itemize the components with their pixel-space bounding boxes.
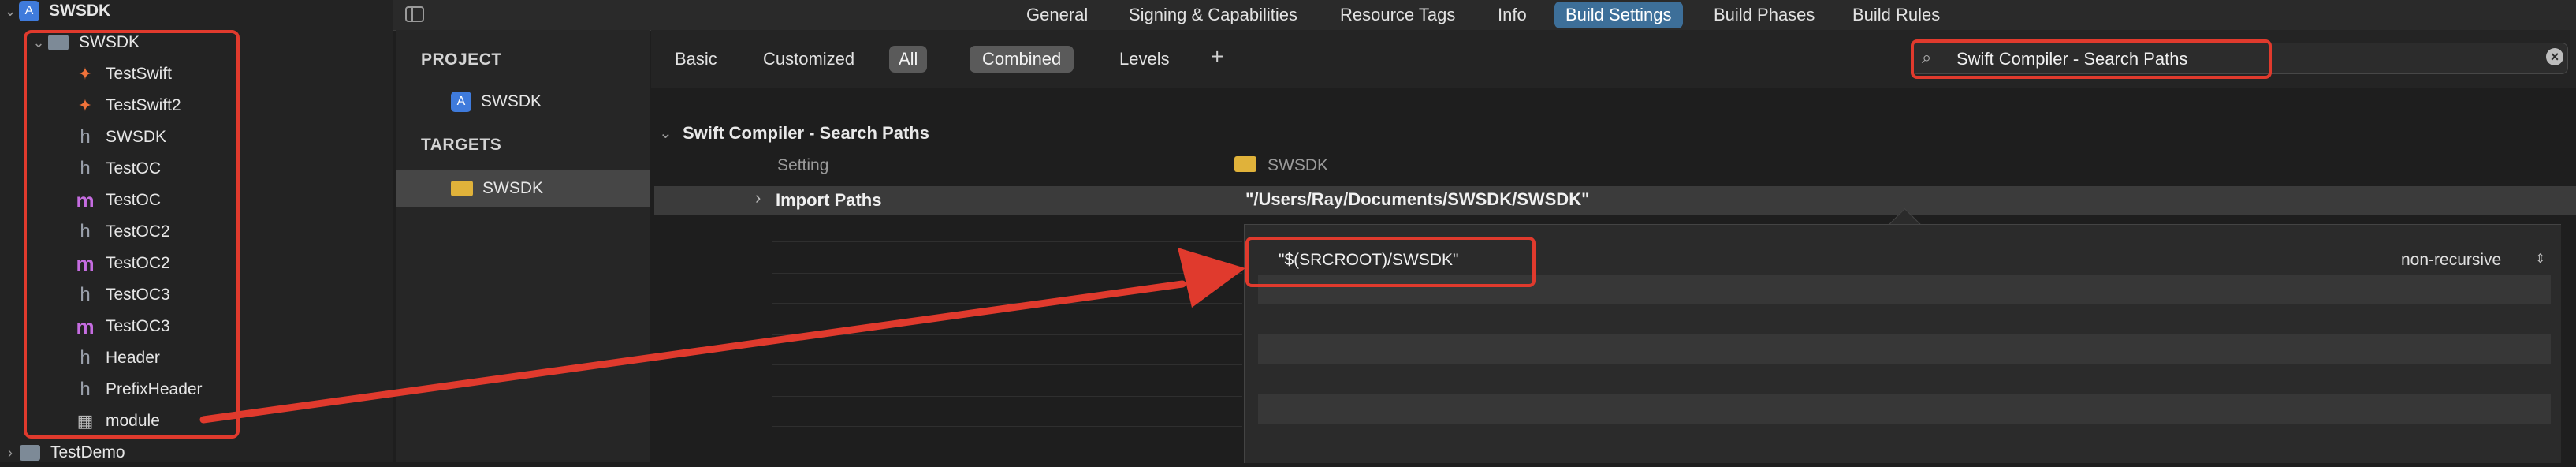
- annotation-arrow: [199, 248, 1245, 424]
